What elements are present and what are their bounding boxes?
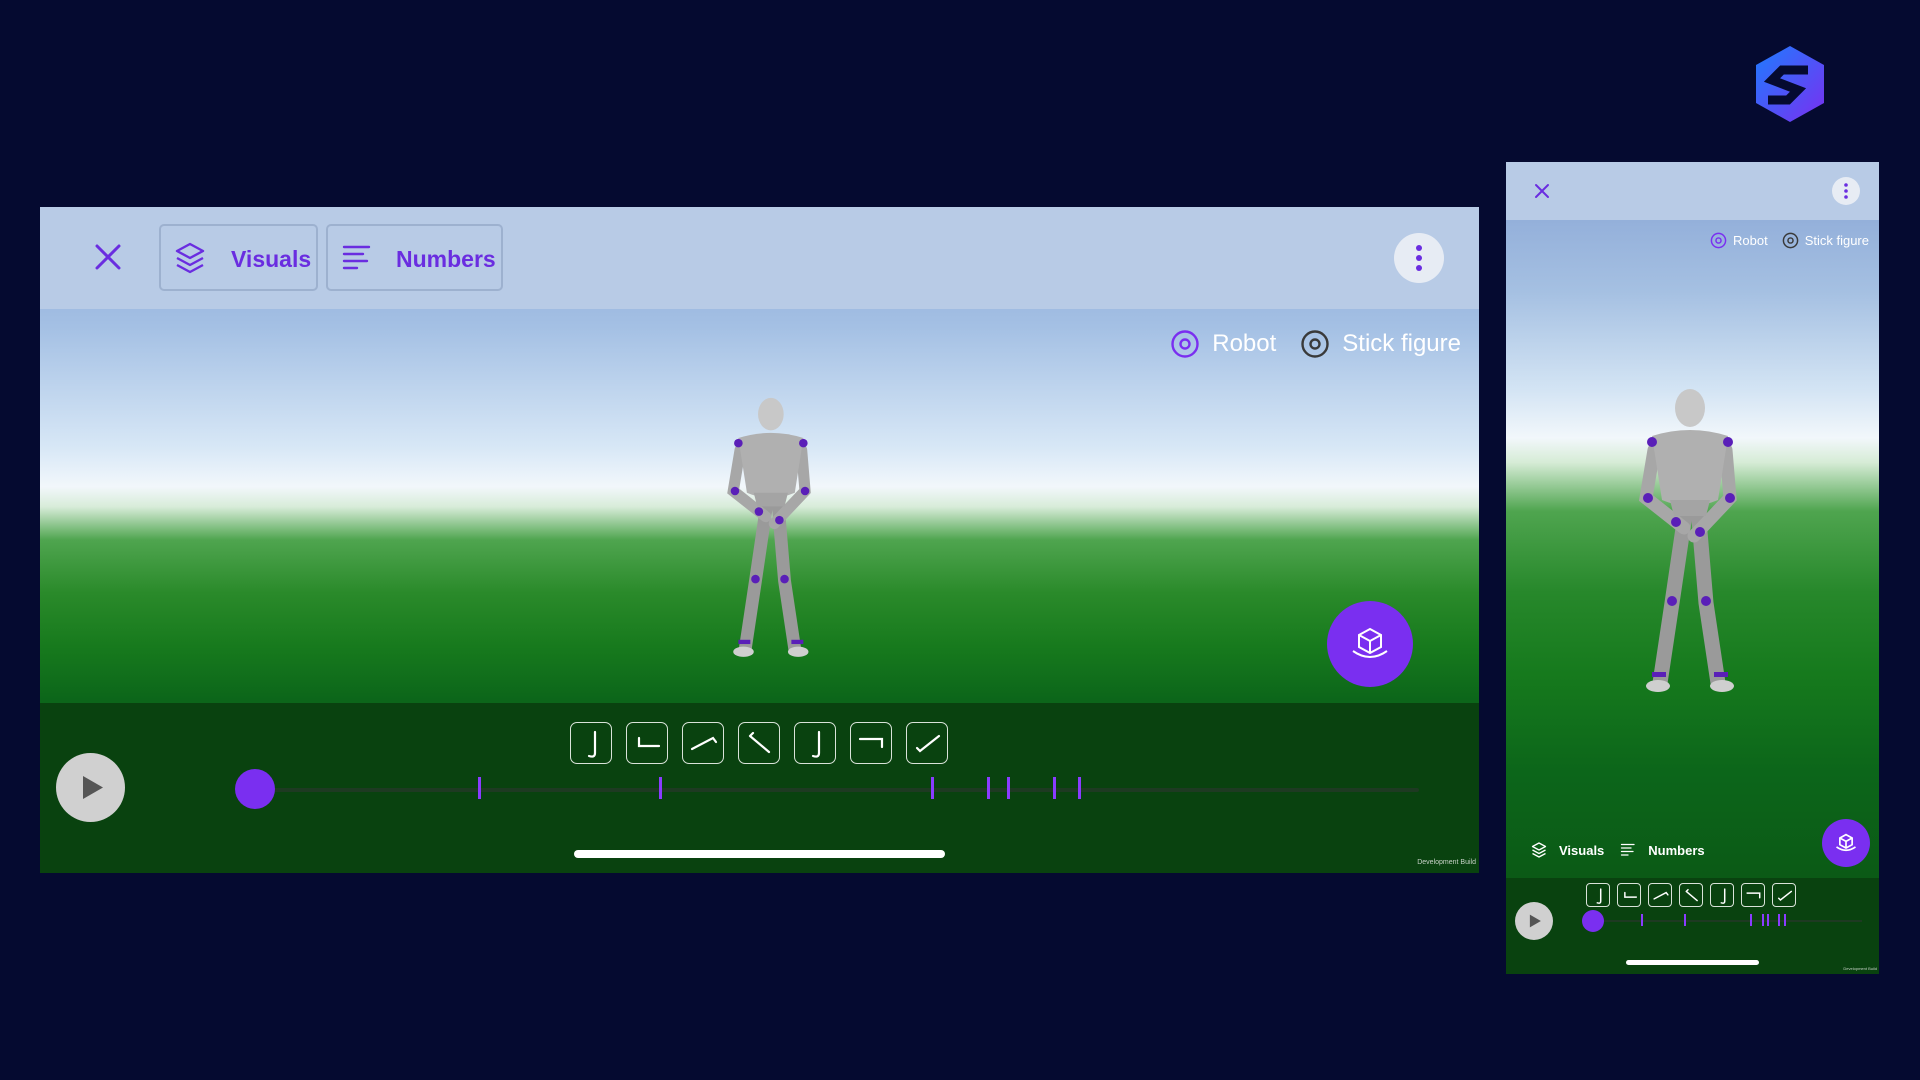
club-icon bbox=[795, 723, 837, 765]
takeaway-phase-icon[interactable] bbox=[1617, 883, 1641, 907]
address-phase-icon[interactable] bbox=[570, 722, 612, 764]
view-mode-selector: Robot Stick figure bbox=[1146, 327, 1461, 361]
timeline-marker bbox=[987, 777, 990, 799]
top-phase-icon[interactable] bbox=[1679, 883, 1703, 907]
cube-rotate-icon bbox=[1327, 601, 1413, 687]
tab-visuals-label: Visuals bbox=[231, 246, 311, 273]
more-vertical-icon bbox=[1832, 177, 1860, 205]
club-icon bbox=[627, 723, 669, 765]
layers-icon bbox=[174, 241, 206, 275]
impact-phase-icon[interactable] bbox=[1741, 883, 1765, 907]
club-icon bbox=[1587, 884, 1611, 908]
timeline-marker bbox=[1750, 914, 1752, 926]
impact-phase-icon[interactable] bbox=[850, 722, 892, 764]
golfer-robot-figure[interactable] bbox=[685, 397, 855, 662]
club-icon bbox=[907, 723, 949, 765]
home-indicator bbox=[574, 850, 945, 858]
club-icon bbox=[1711, 884, 1735, 908]
club-icon bbox=[683, 723, 725, 765]
timeline-track[interactable] bbox=[1590, 920, 1862, 922]
radio-icon bbox=[1782, 232, 1799, 249]
brand-logo-icon bbox=[1752, 44, 1828, 124]
tab-numbers-label: Numbers bbox=[1648, 843, 1704, 858]
close-icon[interactable] bbox=[92, 241, 124, 273]
tab-numbers[interactable]: Numbers bbox=[326, 224, 503, 291]
club-icon bbox=[1618, 884, 1642, 908]
mode-stick-figure-label: Stick figure bbox=[1342, 330, 1461, 358]
mode-stick-figure[interactable]: Stick figure bbox=[1300, 329, 1461, 359]
club-icon bbox=[851, 723, 893, 765]
play-icon bbox=[56, 753, 125, 822]
timeline-marker bbox=[1762, 914, 1764, 926]
mode-robot[interactable]: Robot bbox=[1170, 329, 1276, 359]
tab-numbers[interactable]: Numbers bbox=[1620, 841, 1704, 859]
mode-stick-figure-label: Stick figure bbox=[1805, 233, 1869, 248]
timeline-marker bbox=[1784, 914, 1786, 926]
play-button[interactable] bbox=[1515, 902, 1553, 940]
radio-selected-icon bbox=[1170, 329, 1200, 359]
dev-build-label: Development Build bbox=[1417, 859, 1476, 866]
takeaway-phase-icon[interactable] bbox=[626, 722, 668, 764]
radio-selected-icon bbox=[1710, 232, 1727, 249]
tab-visuals-label: Visuals bbox=[1559, 843, 1604, 858]
view-mode-selector: Robot Stick figure bbox=[1696, 230, 1869, 250]
timeline-scrubber-knob[interactable] bbox=[1582, 910, 1604, 932]
close-icon[interactable] bbox=[1534, 183, 1550, 199]
timeline-marker bbox=[931, 777, 934, 799]
swing-phase-selector bbox=[570, 722, 962, 764]
tab-visuals[interactable]: Visuals bbox=[159, 224, 318, 291]
rotate-view-button[interactable] bbox=[1822, 819, 1870, 867]
club-icon bbox=[571, 723, 613, 765]
more-options-button[interactable] bbox=[1394, 233, 1444, 283]
timeline-marker bbox=[1007, 777, 1010, 799]
mode-stick-figure[interactable]: Stick figure bbox=[1782, 232, 1869, 249]
more-vertical-icon bbox=[1394, 233, 1444, 283]
follow-through-phase-icon[interactable] bbox=[1772, 883, 1796, 907]
timeline-marker bbox=[659, 777, 662, 799]
club-icon bbox=[1773, 884, 1797, 908]
lines-icon bbox=[1620, 841, 1636, 859]
club-icon bbox=[1680, 884, 1704, 908]
club-icon bbox=[1649, 884, 1673, 908]
address-phase-icon[interactable] bbox=[1586, 883, 1610, 907]
swing-phase-selector bbox=[1586, 883, 1803, 907]
dev-build-label: Development Build bbox=[1843, 966, 1877, 971]
timeline-marker bbox=[1641, 914, 1643, 926]
mode-robot-label: Robot bbox=[1212, 330, 1276, 358]
tab-bar: Visuals Numbers bbox=[1531, 840, 1721, 860]
downswing-phase-icon[interactable] bbox=[794, 722, 836, 764]
play-button[interactable] bbox=[56, 753, 125, 822]
timeline-marker bbox=[1053, 777, 1056, 799]
radio-icon bbox=[1300, 329, 1330, 359]
mode-robot[interactable]: Robot bbox=[1710, 232, 1768, 249]
timeline-marker bbox=[1778, 914, 1780, 926]
timeline-marker bbox=[478, 777, 481, 799]
mode-robot-label: Robot bbox=[1733, 233, 1768, 248]
follow-through-phase-icon[interactable] bbox=[906, 722, 948, 764]
timeline-track[interactable] bbox=[254, 788, 1419, 792]
timeline-marker bbox=[1078, 777, 1081, 799]
downswing-phase-icon[interactable] bbox=[1710, 883, 1734, 907]
timeline-marker bbox=[1684, 914, 1686, 926]
club-icon bbox=[1742, 884, 1766, 908]
tab-visuals[interactable]: Visuals bbox=[1531, 841, 1604, 859]
golfer-robot-figure[interactable] bbox=[1614, 388, 1764, 698]
layers-icon bbox=[1531, 841, 1547, 859]
tab-numbers-label: Numbers bbox=[396, 246, 496, 273]
backswing-phase-icon[interactable] bbox=[1648, 883, 1672, 907]
portrait-app-window: Robot Stick figure bbox=[1506, 162, 1879, 974]
home-indicator bbox=[1626, 960, 1759, 965]
top-phase-icon[interactable] bbox=[738, 722, 780, 764]
timeline-marker bbox=[1767, 914, 1769, 926]
cube-rotate-icon bbox=[1822, 819, 1870, 867]
lines-icon bbox=[341, 241, 373, 275]
landscape-app-window: Visuals Numbers Robot Stick figure bbox=[40, 207, 1479, 873]
rotate-view-button[interactable] bbox=[1327, 601, 1413, 687]
top-bar bbox=[1506, 162, 1879, 220]
backswing-phase-icon[interactable] bbox=[682, 722, 724, 764]
timeline-scrubber-knob[interactable] bbox=[235, 769, 275, 809]
more-options-button[interactable] bbox=[1832, 177, 1860, 205]
play-icon bbox=[1515, 902, 1553, 940]
club-icon bbox=[739, 723, 781, 765]
